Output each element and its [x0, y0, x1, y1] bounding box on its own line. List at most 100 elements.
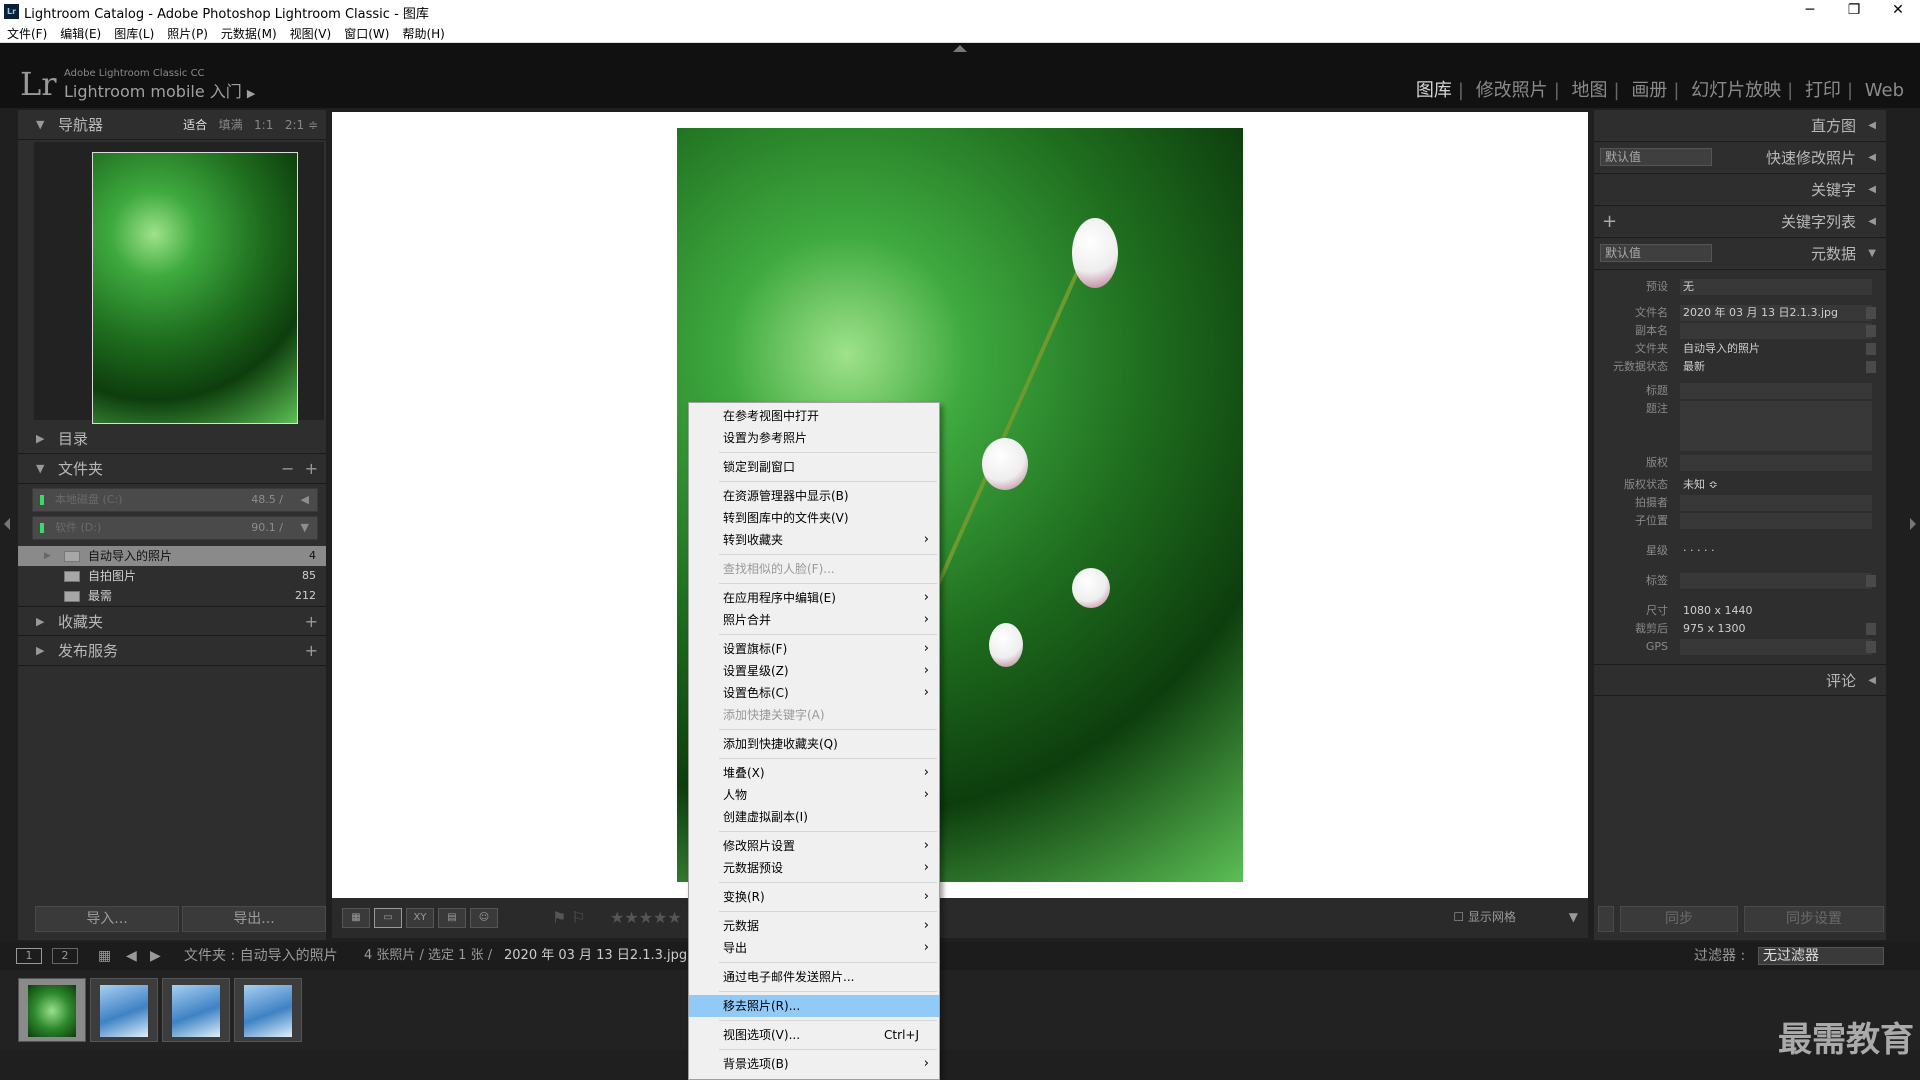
comments-header[interactable]: 评论 ◀: [1594, 664, 1886, 696]
zoom-fit[interactable]: 适合: [183, 118, 207, 132]
context-menu-item[interactable]: 照片合并 ›: [689, 609, 939, 631]
film-thumb[interactable]: [18, 978, 86, 1042]
star-rating[interactable]: ★★★★★: [610, 908, 682, 927]
keyword-list-header[interactable]: + 关键字列表 ◀: [1594, 206, 1886, 238]
navigator-preview[interactable]: [34, 142, 324, 424]
metadata-view-select[interactable]: 默认值: [1600, 244, 1712, 262]
catalog-header[interactable]: ▶ 目录: [18, 424, 326, 454]
collections-header[interactable]: ▶ 收藏夹 +: [18, 606, 326, 636]
close-button[interactable]: ✕: [1876, 0, 1920, 23]
context-menu-item[interactable]: 设置为参考照片: [689, 427, 939, 449]
film-thumb[interactable]: [234, 978, 302, 1042]
secondary-window-button[interactable]: 2: [52, 948, 78, 964]
publish-add-icon[interactable]: +: [305, 636, 318, 666]
film-thumb[interactable]: [90, 978, 158, 1042]
context-menu-item[interactable]: 创建虚拟副本(I): [689, 806, 939, 828]
context-menu-item[interactable]: 转到收藏夹 ›: [689, 529, 939, 551]
show-grid-toggle[interactable]: ☐ 显示网格: [1453, 908, 1516, 925]
loupe-view-icon[interactable]: ▭: [374, 908, 402, 928]
menu-library[interactable]: 图库(L): [107, 23, 160, 42]
folder-auto-import[interactable]: ▶ 自动导入的照片 4: [18, 546, 326, 566]
loupe-view[interactable]: [332, 112, 1588, 898]
toolbar-menu-icon[interactable]: ▼: [1569, 910, 1578, 924]
context-menu-item[interactable]: 变换(R) ›: [689, 886, 939, 908]
context-menu-item[interactable]: 元数据 ›: [689, 915, 939, 937]
context-menu-item[interactable]: 堆叠(X) ›: [689, 762, 939, 784]
context-menu-item[interactable]: 背景选项(B) ›: [689, 1053, 939, 1075]
menu-window[interactable]: 窗口(W): [337, 23, 395, 42]
film-thumb[interactable]: [162, 978, 230, 1042]
primary-window-button[interactable]: 1: [16, 948, 42, 964]
flag-icon[interactable]: ⚑ ⚐: [552, 908, 586, 927]
folders-add-icon[interactable]: − +: [281, 454, 318, 484]
volume-d[interactable]: 软件 (D:) 90.1 /▼: [32, 516, 318, 540]
back-arrow-icon[interactable]: ◀: [126, 942, 137, 970]
context-menu-item[interactable]: 视图选项(V)... Ctrl+J: [689, 1024, 939, 1046]
zoom-fill[interactable]: 填满: [219, 118, 243, 132]
context-menu-item[interactable]: 添加到快捷收藏夹(Q): [689, 733, 939, 755]
navigator-thumbnail[interactable]: [92, 152, 298, 424]
context-menu-item[interactable]: 元数据预设 ›: [689, 857, 939, 879]
left-panel-toggle-icon[interactable]: [4, 518, 10, 530]
menu-edit[interactable]: 编辑(E): [53, 23, 107, 42]
grid-view-icon[interactable]: ▦: [342, 908, 370, 928]
top-panel-toggle-icon[interactable]: [953, 45, 967, 52]
collapse-triangle-icon[interactable]: ▼: [36, 110, 44, 140]
quick-develop-header[interactable]: 默认值 快速修改照片 ◀: [1594, 142, 1886, 174]
filter-select[interactable]: 无过滤器: [1758, 947, 1884, 965]
module-map[interactable]: 地图: [1566, 80, 1614, 101]
context-menu-item[interactable]: 锁定到副窗口: [689, 456, 939, 478]
module-develop[interactable]: 修改照片: [1470, 80, 1554, 101]
collections-add-icon[interactable]: +: [305, 607, 318, 637]
context-menu-item[interactable]: 设置旗标(F) ›: [689, 638, 939, 660]
compare-view-icon[interactable]: XY: [406, 908, 434, 928]
identity-arrow-icon[interactable]: ▶: [247, 87, 255, 100]
identity-main-label[interactable]: Lightroom mobile 入门: [64, 82, 242, 101]
folders-header[interactable]: ▼ 文件夹 − +: [18, 454, 326, 484]
context-menu-item[interactable]: 人物 ›: [689, 784, 939, 806]
menu-photo[interactable]: 照片(P): [160, 23, 214, 42]
menu-file[interactable]: 文件(F): [0, 23, 53, 42]
survey-view-icon[interactable]: ▤: [438, 908, 466, 928]
module-slideshow[interactable]: 幻灯片放映: [1685, 80, 1787, 101]
module-book[interactable]: 画册: [1625, 80, 1673, 101]
context-menu-item[interactable]: 修改照片设置 ›: [689, 835, 939, 857]
sync-settings-button[interactable]: 同步设置: [1744, 906, 1884, 932]
menu-view[interactable]: 视图(V): [283, 23, 338, 42]
context-menu-item[interactable]: 移去照片(R)...: [689, 995, 939, 1017]
keywording-header[interactable]: 关键字 ◀: [1594, 174, 1886, 206]
context-menu-item[interactable]: 导出 ›: [689, 937, 939, 959]
volume-c[interactable]: 本地磁盘 (C:) 48.5 /◀: [32, 488, 318, 512]
module-web[interactable]: Web: [1859, 80, 1910, 101]
context-menu-item[interactable]: 转到图库中的文件夹(V): [689, 507, 939, 529]
context-menu-item[interactable]: 在参考视图中打开: [689, 405, 939, 427]
source-path[interactable]: 文件夹 : 自动导入的照片: [184, 942, 338, 970]
module-print[interactable]: 打印: [1799, 80, 1847, 101]
maximize-button[interactable]: ❐: [1832, 0, 1876, 23]
context-menu-item[interactable]: 设置色标(C) ›: [689, 682, 939, 704]
context-menu-item[interactable]: 在应用程序中编辑(E) ›: [689, 587, 939, 609]
sync-button[interactable]: 同步: [1620, 906, 1738, 932]
context-menu-item[interactable]: 设置星级(Z) ›: [689, 660, 939, 682]
menu-help[interactable]: 帮助(H): [395, 23, 450, 42]
menu-metadata[interactable]: 元数据(M): [214, 23, 283, 42]
folder-zuixu[interactable]: 最需 212: [18, 586, 326, 606]
forward-arrow-icon[interactable]: ▶: [150, 942, 161, 970]
zoom-1-1[interactable]: 1:1: [254, 118, 273, 132]
right-panel-toggle-icon[interactable]: [1910, 518, 1916, 530]
identity-main[interactable]: Lightroom mobile 入门 ▶: [64, 78, 255, 102]
metadata-header[interactable]: 默认值 元数据 ▼: [1594, 238, 1886, 270]
context-menu-item[interactable]: 通过电子邮件发送照片...: [689, 966, 939, 988]
module-library[interactable]: 图库: [1410, 80, 1458, 101]
import-button[interactable]: 导入...: [35, 906, 179, 932]
add-keyword-icon[interactable]: +: [1602, 206, 1617, 238]
folder-selfie[interactable]: 自拍图片 85: [18, 566, 326, 586]
grid-icon[interactable]: ▦: [98, 942, 111, 970]
publish-header[interactable]: ▶ 发布服务 +: [18, 636, 326, 666]
histogram-header[interactable]: 直方图 ◀: [1594, 110, 1886, 142]
sync-toggle[interactable]: [1598, 906, 1614, 932]
context-menu-item[interactable]: 在资源管理器中显示(B): [689, 485, 939, 507]
navigator-header[interactable]: ▼ 导航器 适合 填满 1:1 2:1 ≑: [18, 110, 326, 140]
zoom-2-1[interactable]: 2:1: [285, 118, 304, 132]
preset-select[interactable]: 默认值: [1600, 148, 1712, 166]
